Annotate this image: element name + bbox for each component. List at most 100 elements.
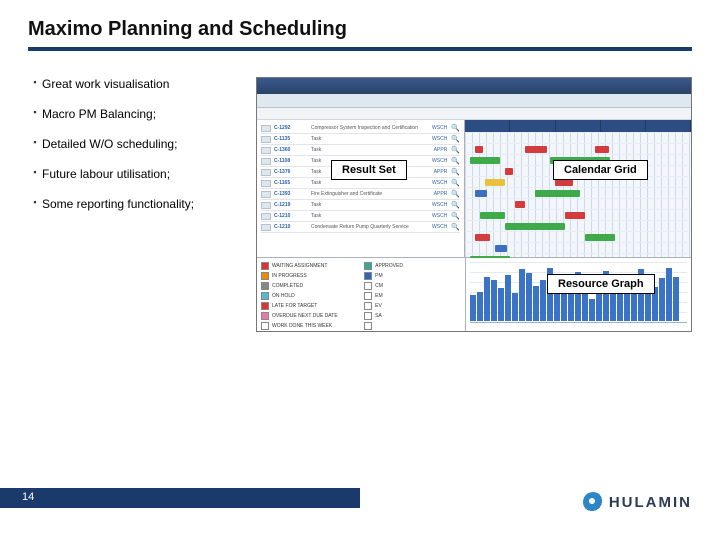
chart-bar [519, 269, 525, 321]
legend-item: CM [364, 281, 461, 291]
gantt-bar [535, 190, 580, 197]
bullet-item: ▪Detailed W/O scheduling; [28, 137, 238, 151]
table-row: C-1210TaskWSCH🔍 [261, 211, 460, 222]
chart-bar [512, 293, 518, 321]
calendar-header [465, 120, 691, 132]
chart-bar [533, 286, 539, 321]
gantt-bar [470, 157, 500, 164]
legend-swatch [261, 272, 269, 280]
table-row: C-1210Condensate Return Pump Quarterly S… [261, 222, 460, 233]
callout-calendar-grid: Calendar Grid [553, 160, 648, 180]
legend-swatch [364, 292, 372, 300]
legend-item: IN PROGRESS [261, 271, 358, 281]
chart-bar [624, 293, 630, 321]
bullet-item: ▪Future labour utilisation; [28, 167, 238, 181]
legend-item: WORK DONE THIS WEEK [261, 321, 358, 331]
brand-logo: HULAMIN [583, 492, 692, 512]
legend-item: WAITING ASSIGNMENT [261, 261, 358, 271]
gantt-bar [515, 201, 525, 208]
table-row: C-1135TaskWSCH🔍 [261, 134, 460, 145]
chart-bar [589, 299, 595, 321]
chart-bar [477, 292, 483, 322]
calendar-grid-panel [465, 120, 691, 257]
gantt-bar [505, 223, 565, 230]
legend-swatch [261, 282, 269, 290]
bullet-item: ▪Great work visualisation [28, 77, 238, 91]
table-row: C-1393Fire Extinguisher and CertificateA… [261, 189, 460, 200]
legend-swatch [364, 302, 372, 310]
gantt-bar [595, 146, 609, 153]
gantt-bar [485, 179, 505, 186]
legend-swatch [364, 282, 372, 290]
legend-label: IN PROGRESS [272, 273, 307, 279]
legend-item [364, 321, 461, 331]
legend-swatch [261, 312, 269, 320]
chart-bar [666, 268, 672, 321]
chart-bar [540, 280, 546, 321]
title-rule [28, 47, 692, 51]
legend-label: SA [375, 313, 382, 319]
gantt-bar [475, 234, 490, 241]
chart-bar [470, 295, 476, 321]
bullet-text: Some reporting functionality; [42, 197, 238, 211]
app-subtoolbar [257, 108, 691, 120]
resource-graph-panel [465, 258, 691, 332]
legend-swatch [261, 302, 269, 310]
callout-resource-graph: Resource Graph [547, 274, 655, 294]
legend-item: LATE FOR TARGET [261, 301, 358, 311]
legend-item: COMPLETED [261, 281, 358, 291]
bullet-list: ▪Great work visualisation ▪Macro PM Bala… [28, 77, 238, 332]
legend-swatch [364, 322, 372, 330]
app-toolbar [257, 94, 691, 108]
legend-label: LATE FOR TARGET [272, 303, 317, 309]
chart-bar [526, 273, 532, 321]
slide-title: Maximo Planning and Scheduling [28, 18, 692, 41]
legend-label: WORK DONE THIS WEEK [272, 323, 332, 329]
table-row: C-1219TaskWSCH🔍 [261, 200, 460, 211]
legend-label: EM [375, 293, 383, 299]
bullet-text: Great work visualisation [42, 77, 238, 91]
bullet-dot: ▪ [28, 167, 42, 181]
chart-bar [659, 278, 665, 321]
bullet-item: ▪Some reporting functionality; [28, 197, 238, 211]
legend-item: EV [364, 301, 461, 311]
chart-bar [484, 277, 490, 321]
chart-bar [561, 292, 567, 322]
callout-result-set: Result Set [331, 160, 407, 180]
table-row: C-1360TaskAPPR🔍 [261, 145, 460, 156]
legend-swatch [364, 272, 372, 280]
app-header [257, 78, 691, 94]
gantt-bar [480, 212, 505, 219]
legend-label: OVERDUE NEXT DUE DATE [272, 313, 338, 319]
legend-item: PM [364, 271, 461, 281]
bullet-dot: ▪ [28, 77, 42, 91]
chart-bar [673, 277, 679, 321]
chart-bar [505, 275, 511, 321]
legend-swatch [364, 262, 372, 270]
legend-panel: WAITING ASSIGNMENT APPROVED IN PROGRESS PM C… [257, 258, 465, 332]
legend-label: WAITING ASSIGNMENT [272, 263, 327, 269]
table-row: C-1292Compressor System Inspection and C… [261, 123, 460, 134]
bullet-item: ▪Macro PM Balancing; [28, 107, 238, 121]
bullet-dot: ▪ [28, 107, 42, 121]
gantt-bar [505, 168, 513, 175]
legend-swatch [261, 322, 269, 330]
legend-label: APPROVED [375, 263, 403, 269]
bullet-text: Detailed W/O scheduling; [42, 137, 238, 151]
gantt-bar [475, 146, 483, 153]
legend-item: EM [364, 291, 461, 301]
bullet-text: Future labour utilisation; [42, 167, 238, 181]
calendar-grid [465, 132, 691, 257]
legend-item: SA [364, 311, 461, 321]
legend-label: ON HOLD [272, 293, 295, 299]
legend-item: ON HOLD [261, 291, 358, 301]
legend-label: PM [375, 273, 383, 279]
legend-swatch [364, 312, 372, 320]
chart-bar [491, 280, 497, 321]
legend-swatch [261, 262, 269, 270]
bullet-dot: ▪ [28, 137, 42, 151]
gantt-bar [495, 245, 507, 252]
bullet-text: Macro PM Balancing; [42, 107, 238, 121]
chart-x-axis [470, 322, 687, 330]
gantt-bar [555, 179, 573, 186]
